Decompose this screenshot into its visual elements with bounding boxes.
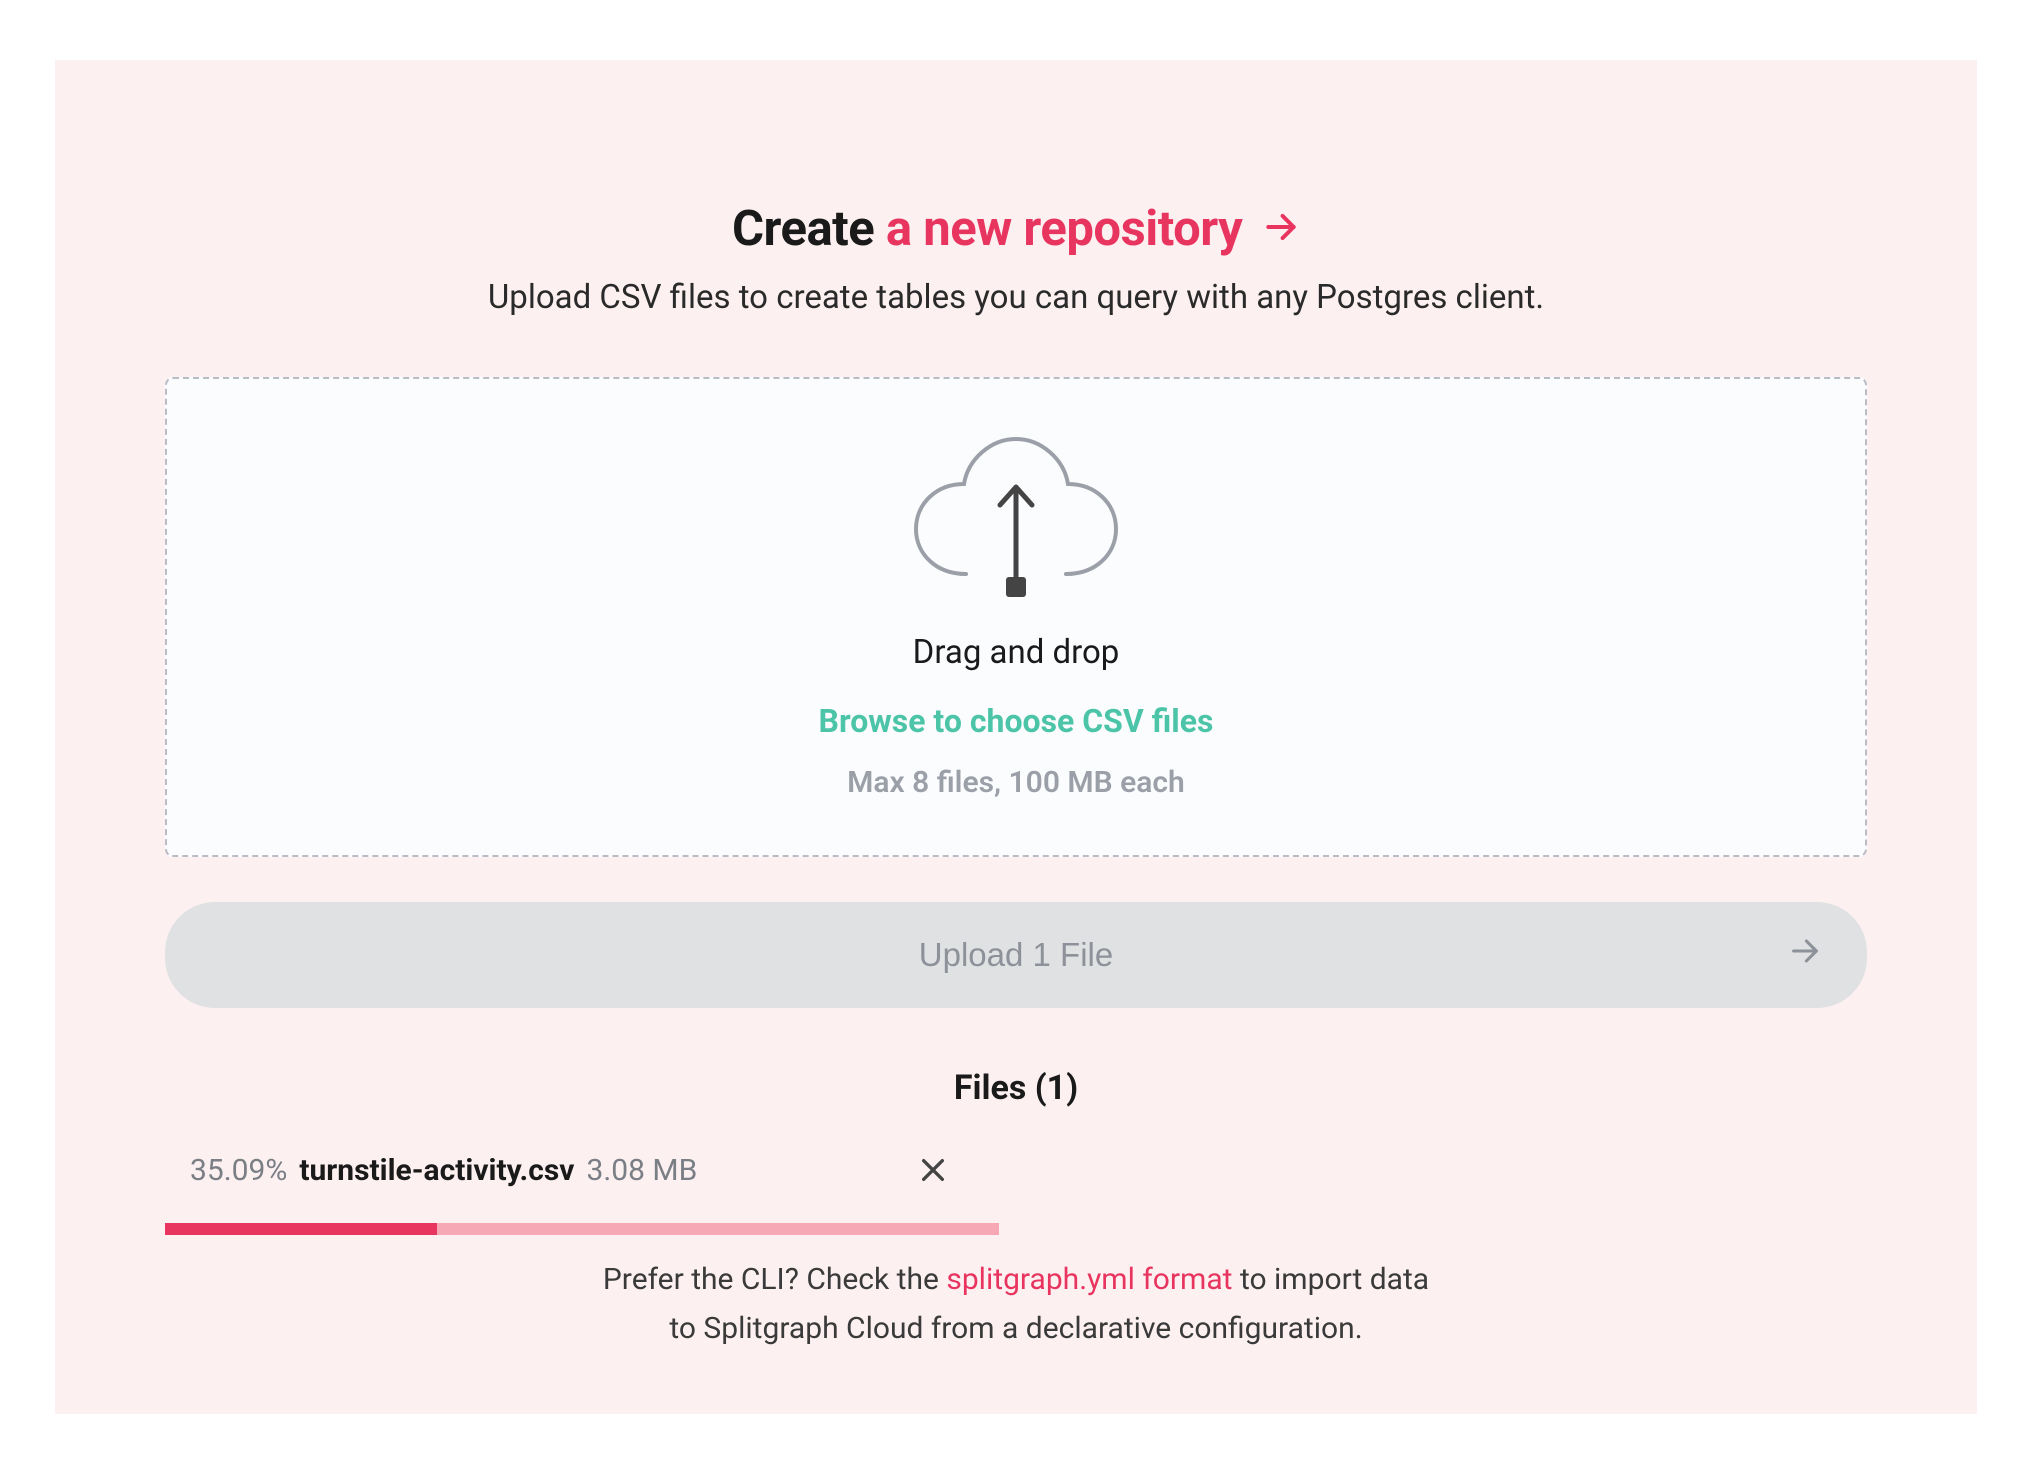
- cloud-upload-icon: [207, 429, 1825, 613]
- file-size: 3.08 MB: [586, 1153, 697, 1188]
- file-dropzone[interactable]: Drag and drop Browse to choose CSV files…: [165, 377, 1867, 857]
- drag-drop-label: Drag and drop: [207, 633, 1825, 672]
- remove-file-button[interactable]: [917, 1154, 949, 1186]
- title-link-text: a new repository: [886, 200, 1242, 257]
- cli-format-link[interactable]: splitgraph.yml format: [946, 1262, 1232, 1297]
- page-container: Create a new repository Upload CSV files…: [55, 60, 1977, 1414]
- files-count: (1): [1035, 1068, 1078, 1108]
- upload-button[interactable]: Upload 1 File: [165, 902, 1867, 1008]
- file-name: turnstile-activity.csv: [299, 1153, 574, 1188]
- page-title: Create a new repository: [165, 200, 1867, 258]
- files-header: Files (1): [165, 1068, 1867, 1108]
- cli-text-prefix: Prefer the CLI? Check the: [603, 1262, 946, 1297]
- file-upload-percent: 35.09%: [190, 1153, 287, 1188]
- files-header-label: Files: [954, 1068, 1026, 1108]
- title-prefix: Create: [732, 200, 874, 257]
- arrow-right-icon: [1262, 201, 1300, 258]
- progress-fill: [165, 1223, 437, 1235]
- upload-progress-bar: [165, 1223, 1867, 1235]
- page-header: Create a new repository Upload CSV files…: [165, 200, 1867, 317]
- arrow-right-icon: [1788, 934, 1822, 976]
- create-repository-link[interactable]: a new repository: [886, 200, 1300, 257]
- file-row: 35.09% turnstile-activity.csv 3.08 MB: [165, 1153, 1867, 1188]
- browse-files-link[interactable]: Browse to choose CSV files: [207, 702, 1825, 740]
- upload-button-label: Upload 1 File: [919, 936, 1113, 973]
- cli-help-text: Prefer the CLI? Check the splitgraph.yml…: [601, 1255, 1431, 1354]
- max-files-label: Max 8 files, 100 MB each: [207, 765, 1825, 800]
- page-subtitle: Upload CSV files to create tables you ca…: [165, 278, 1867, 317]
